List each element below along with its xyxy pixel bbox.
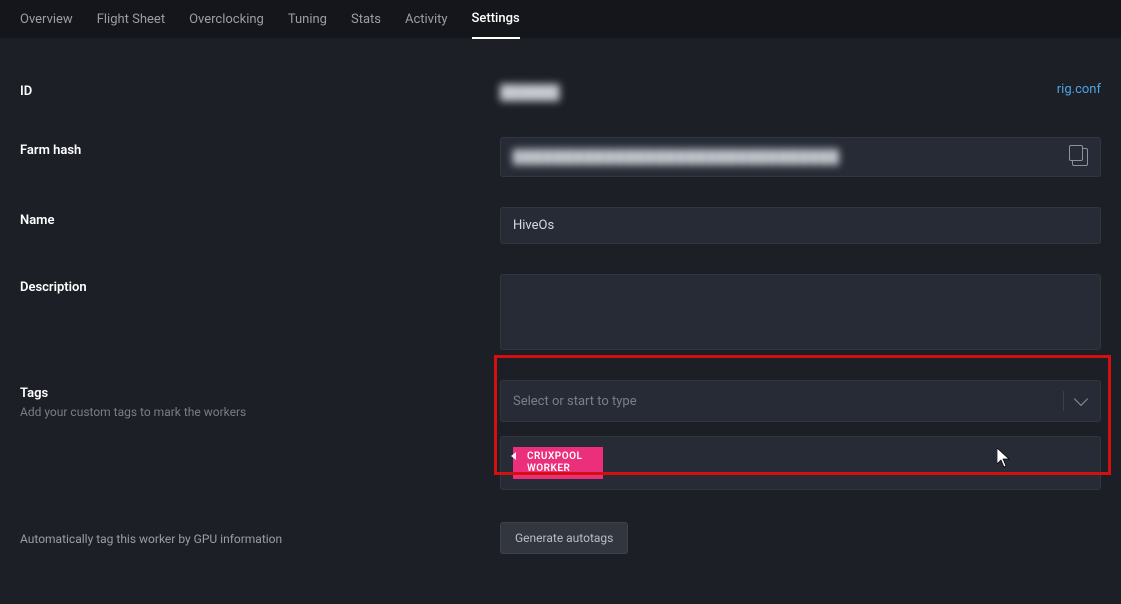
tab-overview[interactable]: Overview <box>20 0 73 38</box>
tags-label: Tags <box>20 386 500 401</box>
generate-autotags-button[interactable]: Generate autotags <box>500 522 628 554</box>
description-input[interactable] <box>500 274 1101 350</box>
rigconf-link[interactable]: rig.conf <box>1057 82 1101 97</box>
id-value: ██████ <box>500 78 1101 107</box>
autotags-label: Automatically tag this worker by GPU inf… <box>20 532 500 546</box>
tab-flight-sheet[interactable]: Flight Sheet <box>97 0 165 38</box>
name-value: HiveOs <box>513 218 554 233</box>
description-label: Description <box>20 280 500 295</box>
name-input[interactable]: HiveOs <box>500 207 1101 244</box>
tag-cruxpool-worker[interactable]: CRUXPOOL WORKER <box>513 447 603 479</box>
tags-placeholder: Select or start to type <box>513 394 637 409</box>
tags-select[interactable]: Select or start to type <box>500 380 1101 422</box>
farmhash-label: Farm hash <box>20 143 500 158</box>
farmhash-value: ████████████████████████████████ <box>513 149 840 165</box>
copy-icon[interactable] <box>1072 148 1088 166</box>
id-label: ID <box>20 84 500 99</box>
tab-stats[interactable]: Stats <box>351 0 381 38</box>
settings-panel: ID ██████ rig.conf Farm hash ███████████… <box>0 38 1121 604</box>
name-label: Name <box>20 213 500 228</box>
chevron-down-icon <box>1074 392 1088 406</box>
applied-tags-area: CRUXPOOL WORKER <box>500 436 1101 490</box>
tags-sublabel: Add your custom tags to mark the workers <box>20 405 500 419</box>
tab-tuning[interactable]: Tuning <box>288 0 327 38</box>
tab-settings[interactable]: Settings <box>472 1 520 39</box>
tab-overclocking[interactable]: Overclocking <box>189 0 264 38</box>
tab-activity[interactable]: Activity <box>405 0 448 38</box>
tags-dropdown-toggle[interactable] <box>1063 391 1088 411</box>
farmhash-field[interactable]: ████████████████████████████████ <box>500 137 1101 177</box>
tabs-bar: Overview Flight Sheet Overclocking Tunin… <box>0 0 1121 38</box>
